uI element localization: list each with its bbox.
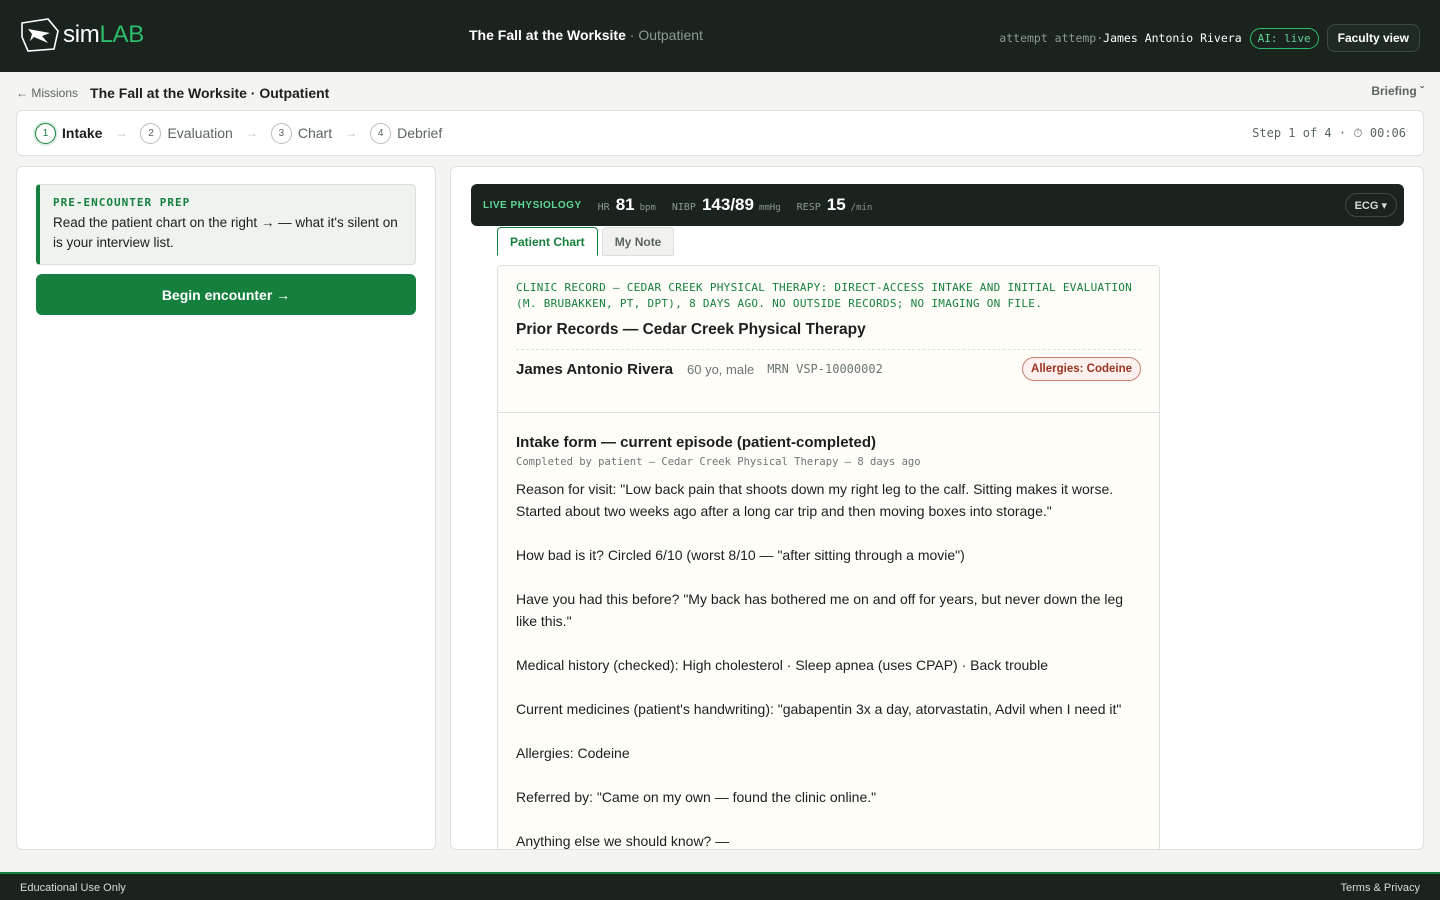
vital-name: HR (597, 202, 610, 213)
patient-age-sex: 60 yo, male (687, 361, 755, 377)
vital-value: 81 (615, 195, 635, 214)
step-label: Debrief (397, 125, 443, 141)
step-arrow-icon: → (115, 126, 128, 140)
allergy-badge: Allergies: Codeine (1022, 357, 1141, 381)
step-intake[interactable]: 1 Intake (35, 122, 103, 144)
vital-unit: bpm (639, 203, 656, 213)
step-number: 4 (370, 122, 392, 144)
begin-encounter-button[interactable]: Begin encounter → (36, 274, 416, 315)
top-bar: simLAB The Fall at the Worksite · Outpat… (0, 0, 1440, 72)
logo-lab-text: LAB (99, 21, 144, 48)
step-arrow-icon: → (345, 126, 358, 140)
chart-header: CLINIC RECORD — CEDAR CREEK PHYSICAL THE… (498, 266, 1159, 413)
briefing-dropdown[interactable]: Briefing ˇ (1371, 84, 1424, 98)
intake-paragraph: Referred by: "Came on my own — found the… (516, 789, 877, 805)
section-meta: Completed by patient — Cedar Creek Physi… (516, 456, 921, 468)
patient-chart-document: CLINIC RECORD — CEDAR CREEK PHYSICAL THE… (497, 265, 1160, 849)
terms-privacy-link[interactable]: Terms & Privacy (1341, 882, 1420, 894)
vital-value: 143/89 (701, 195, 754, 214)
tab-patient-chart[interactable]: Patient Chart (497, 227, 598, 256)
pre-encounter-prep-callout: PRE-ENCOUNTER PREP Read the patient char… (36, 184, 416, 265)
intake-form-section: Intake form — current episode (patient-c… (498, 413, 1159, 849)
step-debrief[interactable]: 4 Debrief (370, 122, 443, 144)
intake-paragraph: Medical history (checked): High choleste… (516, 657, 1048, 673)
page-title: The Fall at the Worksite · Outpatient (90, 85, 330, 101)
case-setting: · Outpatient (629, 27, 703, 43)
vital-unit: mmHg (758, 203, 781, 213)
progress-stepper: 1 Intake → 2 Evaluation → 3 Chart → 4 De… (16, 110, 1424, 156)
case-title: The Fall at the Worksite (469, 27, 626, 43)
vital-unit: /min (850, 203, 873, 213)
section-title: Intake form — current episode (patient-c… (516, 434, 877, 451)
vital-value: 15 (826, 195, 846, 214)
step-label: Intake (62, 125, 103, 141)
step-label: Evaluation (167, 125, 233, 141)
intake-paragraph: Allergies: Codeine (516, 745, 630, 761)
patient-name: James Antonio Rivera (516, 360, 673, 378)
prep-text: Read the patient chart on the right → — … (53, 215, 398, 250)
step-timer-status: Step 1 of 4 · ⏱ 00:06 (1252, 126, 1406, 140)
breadcrumb: ← Missions The Fall at the Worksite · Ou… (16, 84, 1424, 102)
attempt-label: attempt attemp· (999, 31, 1104, 45)
step-chart[interactable]: 3 Chart (270, 122, 333, 144)
chart-tabs: Patient Chart My Note (497, 227, 678, 256)
attempt-info: attempt attemp·James Antonio Rivera (999, 31, 1241, 45)
vital-name: NIBP (671, 202, 696, 213)
clinic-record-banner: CLINIC RECORD — CEDAR CREEK PHYSICAL THE… (516, 281, 1133, 310)
vital-nibp: NIBP 143/89 mmHg (672, 195, 781, 215)
ai-status-badge: AI: live (1249, 27, 1319, 49)
footer: Educational Use Only Terms & Privacy (0, 872, 1440, 900)
bird-logo-icon (21, 18, 59, 52)
vital-resp: RESP 15 /min (797, 195, 873, 215)
intake-paragraph: Have you had this before? "My back has b… (516, 591, 1124, 629)
step-number: 1 (35, 122, 56, 144)
left-panel: PRE-ENCOUNTER PREP Read the patient char… (16, 166, 436, 850)
physiology-label: LIVE PHYSIOLOGY (483, 199, 582, 211)
step-number: 3 (270, 122, 292, 144)
step-number: 2 (140, 122, 162, 144)
chart-title: Prior Records — Cedar Creek Physical The… (516, 321, 1141, 350)
intake-paragraph: Reason for visit: "Low back pain that sh… (516, 481, 1114, 519)
educational-use-note: Educational Use Only (20, 882, 126, 894)
patient-mrn: MRN VSP-10000002 (767, 362, 883, 376)
top-right-controls: attempt attemp·James Antonio Rivera AI: … (999, 24, 1420, 52)
step-arrow-icon: → (245, 126, 258, 140)
tab-my-note[interactable]: My Note (601, 227, 675, 256)
case-header: The Fall at the Worksite · Outpatient (469, 27, 703, 43)
intake-paragraph: Current medicines (patient's handwriting… (516, 701, 1122, 717)
intake-paragraph: How bad is it? Circled 6/10 (worst 8/10 … (516, 547, 965, 563)
step-label: Chart (297, 125, 333, 141)
simlab-logo[interactable]: simLAB (20, 17, 144, 53)
live-physiology-bar: LIVE PHYSIOLOGY HR 81 bpm NIBP 143/89 mm… (471, 184, 1404, 226)
user-name: James Antonio Rivera (1103, 31, 1242, 45)
prep-label: PRE-ENCOUNTER PREP (53, 196, 191, 209)
ecg-toggle-button[interactable]: ECG ▾ (1344, 193, 1397, 217)
right-panel: LIVE PHYSIOLOGY HR 81 bpm NIBP 143/89 mm… (450, 166, 1424, 850)
logo-sim-text: sim (63, 21, 100, 48)
vital-hr: HR 81 bpm (598, 195, 656, 215)
faculty-view-button[interactable]: Faculty view (1326, 24, 1420, 52)
intake-paragraph: Anything else we should know? — (516, 833, 730, 849)
back-to-missions-link[interactable]: ← Missions (16, 86, 78, 100)
step-evaluation[interactable]: 2 Evaluation (140, 122, 233, 144)
vital-name: RESP (796, 202, 821, 213)
patient-summary-row: James Antonio Rivera 60 yo, male MRN VSP… (516, 350, 1141, 388)
